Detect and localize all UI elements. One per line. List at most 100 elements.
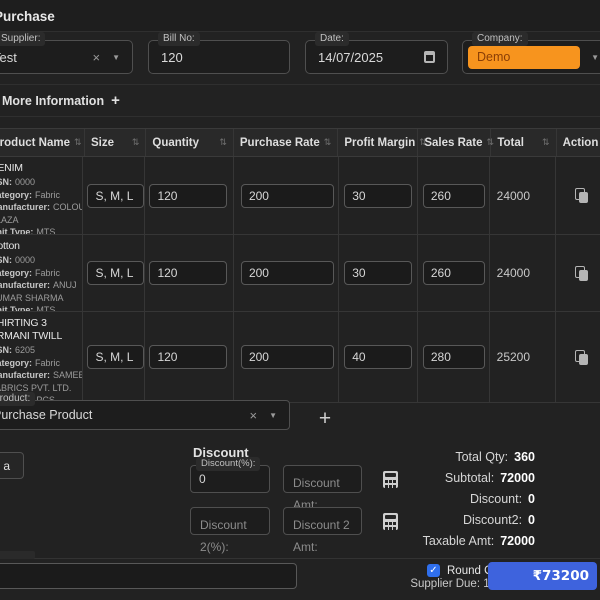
profit-margin-input[interactable]: [344, 345, 413, 369]
category-value: Fabric: [35, 357, 61, 368]
copy-row-icon[interactable]: [575, 349, 588, 365]
bill-no-value: 120: [161, 49, 183, 65]
size-input[interactable]: [87, 261, 145, 285]
row-total: 24000: [496, 188, 531, 203]
discount2-amount-field[interactable]: Discount 2 Amt:: [283, 507, 362, 554]
clear-icon[interactable]: ×: [249, 409, 257, 422]
sales-rate-input[interactable]: [422, 261, 485, 285]
totals-summary: Total Qty: 360 Subtotal: 72000 Discount: 0 …: [423, 447, 535, 552]
date-value: 14/07/2025: [318, 49, 384, 65]
divider: [0, 558, 600, 559]
column-header-profit-margin[interactable]: Profit Margin ⇅: [338, 129, 427, 156]
discount2-amount-placeholder: Discount 2 Amt:: [293, 518, 350, 554]
bill-no-label: Bill No:: [158, 32, 200, 46]
quantity-input[interactable]: [149, 183, 228, 208]
discount-percent-field[interactable]: Discount(%): 0: [190, 457, 270, 493]
column-header-product-name[interactable]: Product Name⇅: [0, 129, 85, 156]
hsn-value: 0000: [15, 255, 36, 265]
size-input[interactable]: [87, 183, 145, 208]
product-info-cell: Cotton HSN:0000 Category:Fabric Manufact…: [0, 235, 84, 311]
category-value: Fabric: [35, 189, 61, 200]
copy-row-icon[interactable]: [575, 265, 588, 281]
sort-icon: ⇅: [219, 137, 227, 147]
truncated-button[interactable]: a: [0, 452, 24, 479]
discount2-percent-field[interactable]: Discount 2(%):: [190, 507, 270, 554]
add-product-button[interactable]: +: [312, 406, 338, 432]
product-name: SHIRTING 3 ARMANI TWILL: [0, 317, 63, 342]
chevron-down-icon[interactable]: ▼: [112, 53, 120, 62]
product-name: Cotton: [0, 240, 20, 252]
calculator-icon[interactable]: [383, 513, 398, 530]
product-select-label: Product:: [0, 392, 36, 406]
checkbox-checked-icon[interactable]: ✓: [427, 564, 440, 577]
purchase-rate-input[interactable]: [240, 345, 334, 369]
taxable-amt-line: Taxable Amt: 72000: [422, 534, 535, 548]
unit-type-value: MTS: [36, 227, 56, 234]
sort-icon: ⇅: [73, 137, 82, 147]
table-header-row: Product Name⇅ Size⇅ Quantity⇅ Purchase R…: [0, 128, 600, 157]
bill-no-field[interactable]: Bill No: 120: [148, 32, 290, 74]
discount-line: Discount: 0: [469, 492, 535, 506]
divider: [0, 116, 600, 117]
date-label: Date:: [315, 32, 349, 46]
discount-amount-field[interactable]: Discount Amt:: [283, 465, 362, 512]
product-info-cell: DENIM HSN:0000 Category:Fabric Manufactu…: [0, 157, 84, 234]
supplier-select[interactable]: Supplier: Test × ▼: [0, 32, 133, 74]
clear-icon[interactable]: ×: [92, 51, 100, 64]
product-info-cell: SHIRTING 3 ARMANI TWILL HSN:6205 Categor…: [0, 312, 84, 402]
purchase-page: Purchase Supplier: Test × ▼ Bill No: 120…: [0, 0, 600, 600]
row-total: 24000: [496, 266, 531, 280]
column-header-quantity[interactable]: Quantity ⇅: [146, 129, 234, 156]
subtotal-line: Subtotal: 72000: [444, 471, 535, 485]
note-input[interactable]: [0, 563, 297, 589]
column-header-purchase-rate[interactable]: Purchase Rate ⇅: [234, 129, 339, 156]
sort-icon: ⇅: [542, 137, 550, 147]
category-value: Fabric: [35, 267, 61, 278]
sales-rate-input[interactable]: [422, 345, 485, 369]
column-header-total[interactable]: Total ⇅: [491, 129, 557, 156]
discount2-percent-placeholder: Discount 2(%):: [200, 518, 247, 554]
company-select[interactable]: Company: Demo ▼: [462, 32, 600, 74]
top-bar: [0, 0, 600, 31]
discount-percent-value: 0: [199, 472, 206, 486]
sales-rate-input[interactable]: [422, 183, 485, 208]
copy-row-icon[interactable]: [575, 188, 588, 203]
company-value-pill: Demo: [468, 45, 580, 69]
page-title: Purchase: [0, 9, 55, 24]
discount-percent-label: Discount(%):: [196, 457, 261, 471]
discount2-line: Discount2: 0: [462, 513, 535, 527]
product-select[interactable]: Product: Purchase Product × ▼: [0, 392, 290, 430]
column-header-sales-rate[interactable]: Sales Rate ⇅: [418, 129, 494, 156]
sort-icon: ⇅: [131, 137, 140, 147]
row-total: 25200: [496, 350, 531, 364]
date-field[interactable]: Date: 14/07/2025: [305, 32, 448, 74]
table-row: SHIRTING 3 ARMANI TWILL HSN:6205 Categor…: [0, 312, 600, 403]
column-header-size[interactable]: Size ⇅: [85, 129, 147, 156]
grand-total-button[interactable]: ₹73200: [488, 562, 597, 590]
divider: [0, 84, 600, 85]
unit-type-value: MTS: [36, 305, 56, 311]
plus-icon: +: [111, 92, 120, 109]
purchase-rate-input[interactable]: [240, 261, 334, 285]
supplier-label: Supplier:: [0, 32, 46, 46]
chevron-down-icon[interactable]: ▼: [269, 411, 277, 420]
supplier-value: Test: [0, 49, 17, 65]
table-row: DENIM HSN:0000 Category:Fabric Manufactu…: [0, 157, 600, 235]
calculator-icon[interactable]: [383, 471, 398, 488]
chevron-down-icon[interactable]: ▼: [591, 53, 599, 62]
calendar-icon[interactable]: [424, 51, 435, 63]
hsn-value: 0000: [15, 177, 36, 187]
profit-margin-input[interactable]: [344, 261, 413, 285]
more-information-label: More Information: [2, 93, 105, 108]
product-name: DENIM: [0, 162, 23, 174]
profit-margin-input[interactable]: [344, 183, 413, 208]
company-label: Company:: [472, 32, 528, 46]
column-header-action: Action: [562, 136, 599, 149]
more-information-toggle[interactable]: More Information +: [2, 92, 120, 109]
purchase-rate-input[interactable]: [240, 183, 334, 208]
sort-icon: ⇅: [323, 137, 332, 147]
quantity-input[interactable]: [149, 345, 228, 369]
product-select-value: Purchase Product: [0, 408, 93, 422]
size-input[interactable]: [87, 345, 145, 369]
quantity-input[interactable]: [149, 261, 228, 285]
